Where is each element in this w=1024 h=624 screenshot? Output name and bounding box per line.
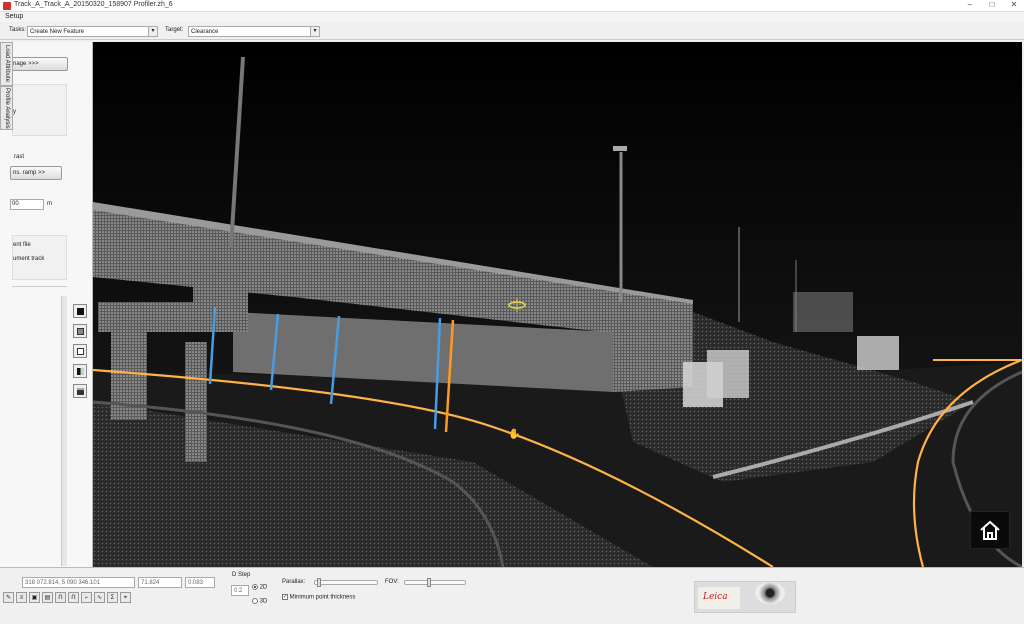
chevron-down-icon: ▾ [148,27,157,36]
image-alt-icon[interactable]: ▤ [42,592,53,603]
shade-white-button[interactable] [73,344,87,358]
bracket-icon[interactable]: ⌐ [81,592,92,603]
leica-logo: Leica [698,587,740,609]
mode-2d-radio[interactable]: 2D [252,584,267,591]
chevron-down-icon: ▾ [310,27,319,36]
marker-icon[interactable]: ⌖ [120,592,131,603]
fov-label: FOV: [385,579,399,585]
coordinate-z: 71.824 [138,577,182,588]
coordinate-d: 0.083 [185,577,215,588]
svg-text:✋: ✋ [508,427,520,440]
alignment-box: ent file ument track [12,235,67,280]
sigma-icon[interactable]: Σ [107,592,118,603]
menu-setup[interactable]: Setup [5,13,23,20]
minimize-button[interactable]: – [964,0,976,9]
min-point-checkbox[interactable]: ✓ Minimum point thickness [282,594,355,601]
mode-3d-radio[interactable]: 3D [252,598,267,605]
leica-logo-panel: Leica [694,581,796,613]
menu-bar: Setup [0,12,1024,22]
alignment-file[interactable]: ent file [13,242,31,248]
home-icon [980,520,1000,540]
shading-buttons [73,304,87,404]
fov-slider[interactable] [404,578,466,587]
home-view-button[interactable] [970,511,1010,549]
close-button[interactable]: ✕ [1008,0,1020,9]
camera-lens-icon [755,582,785,604]
distance-unit: m [47,201,52,207]
title-bar: Track_A_Track_A_20150320_158907 Profiler… [0,0,1024,12]
save-icon[interactable] [73,384,87,398]
y-hint: y [13,109,16,115]
window-title: Track_A_Track_A_20150320_158907 Profiler… [14,1,173,8]
dstep-input[interactable]: 0.2 [231,585,249,596]
parallax-slider[interactable] [314,578,378,587]
side-tabs: Load Attribute Profile Analysis [0,42,13,142]
profile-icon[interactable]: Ո [55,592,66,603]
target-dropdown[interactable]: Clearance ▾ [188,26,320,37]
mode-3d-label: 3D [259,598,268,605]
side-scrollbar[interactable] [61,296,67,566]
image-settings-box: y [12,84,67,136]
point-cloud-viewport[interactable]: ✋ [93,42,1022,567]
tasks-dropdown[interactable]: Create New Feature ▾ [27,26,158,37]
maximize-button[interactable]: □ [986,0,998,9]
status-bar: 318 072.814, 5 090 346.101 71.824 0.083 … [0,567,1024,624]
image-icon[interactable]: ▣ [29,592,40,603]
contrast-label: rast [14,154,25,160]
curve-icon[interactable]: ∿ [94,592,105,603]
shade-mixed-button[interactable] [73,364,87,378]
app-icon [3,2,11,10]
tasks-value: Create New Feature [30,29,85,35]
pen-icon[interactable]: ✎ [3,592,14,603]
target-label: Target: [165,27,184,33]
parallax-label: Parallax: [282,579,306,585]
bottom-toolbar: ✎ ≡ ▣ ▤ Ո Ո ⌐ ∿ Σ ⌖ [0,592,131,608]
distance-input[interactable]: 00 [10,199,44,210]
tab-load-attribute[interactable]: Load Attribute [0,42,13,86]
dstep-label: D Step [232,572,251,578]
alignment-track[interactable]: ument track [13,256,44,262]
shade-black-button[interactable] [73,304,87,318]
point-cloud-scene: ✋ [93,42,1022,567]
coordinate-xy: 318 072.814, 5 090 346.101 [22,577,135,588]
tasks-label: Tasks: [9,27,27,33]
tab-profile-analysis[interactable]: Profile Analysis [0,86,13,130]
image-button[interactable]: nage >>> [10,57,68,71]
min-point-label: Minimum point thickness [289,594,356,601]
ramp-button[interactable]: ns. ramp >> [10,166,62,180]
shade-gray-button[interactable] [73,324,87,338]
mode-2d-label: 2D [259,584,268,591]
ruler-icon[interactable]: ≡ [16,592,27,603]
target-value: Clearance [191,29,219,35]
task-toolbar: Tasks: Create New Feature ▾ Target: Clea… [0,22,1024,40]
profile-alt-icon[interactable]: Ո [68,592,79,603]
